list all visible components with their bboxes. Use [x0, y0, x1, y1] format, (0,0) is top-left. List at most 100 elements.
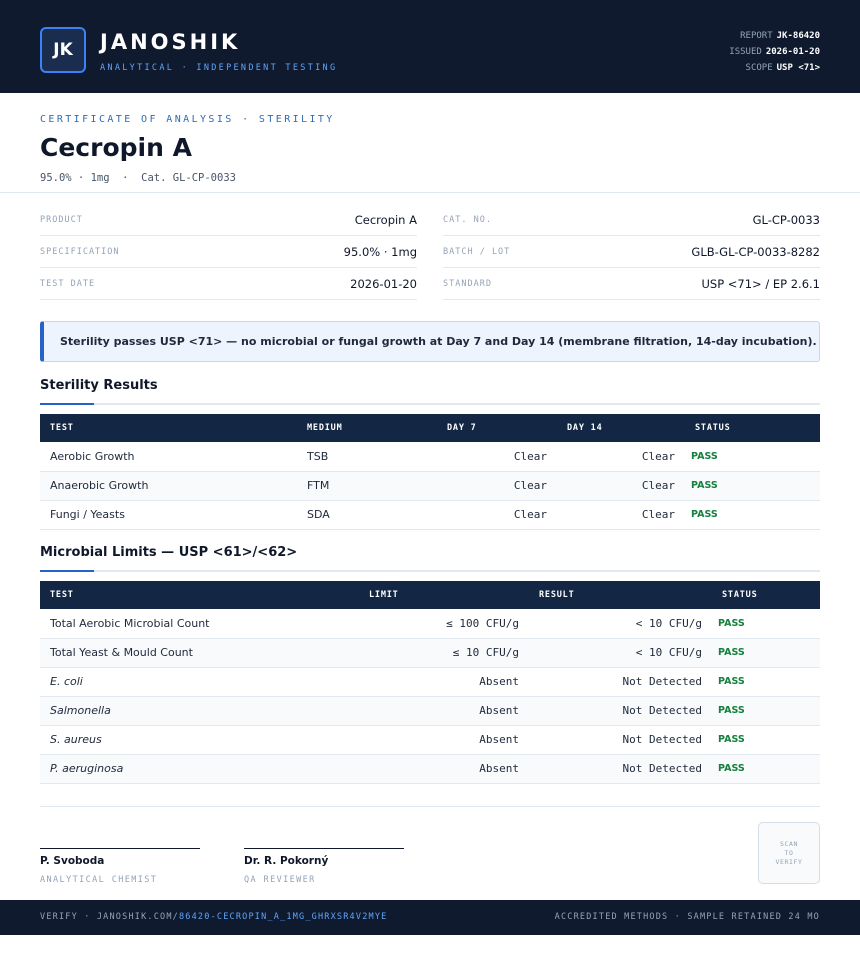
certificate-label: CERTIFICATE OF ANALYSIS · STERILITY	[40, 114, 335, 125]
issued-line: ISSUED 2026-01-20	[729, 47, 820, 57]
table-row: Fungi / Yeasts SDA Clear Clear PASS	[40, 500, 820, 530]
verify-line: VERIFY · JANOSHIK.COM/86420-CECROPIN_A_1…	[40, 912, 388, 922]
info-label: SPECIFICATION	[40, 246, 120, 257]
status-badge: PASS	[712, 754, 820, 784]
table-row: Total Yeast & Mould Count ≤ 10 CFU/g < 1…	[40, 638, 820, 668]
info-row-batch: BATCH / LOT GLB-GL-CP-0033-8282	[443, 236, 820, 268]
cell-day7: Clear	[437, 442, 557, 472]
cell-test: Total Yeast & Mould Count	[40, 638, 359, 668]
status-badge: PASS	[712, 638, 820, 668]
status-badge: PASS	[712, 667, 820, 697]
microbial-table: TEST LIMIT RESULT STATUS Total Aerobic M…	[40, 581, 820, 784]
verify-qr-code[interactable]: SCAN TO VERIFY	[758, 822, 820, 884]
cell-result: Not Detected	[529, 754, 712, 784]
table-row: Salmonella Absent Not Detected PASS	[40, 696, 820, 726]
cell-day7: Clear	[437, 500, 557, 530]
cell-day14: Clear	[557, 471, 685, 501]
cell-result: Not Detected	[529, 725, 712, 755]
col-header: STATUS	[722, 590, 758, 600]
status-badge: PASS	[712, 725, 820, 755]
info-value: 95.0% · 1mg	[343, 244, 417, 259]
issued-date: 2026-01-20	[765, 47, 820, 57]
logo: JK	[40, 27, 86, 73]
cell-day14: Clear	[557, 500, 685, 530]
cell-medium: SDA	[297, 500, 437, 530]
scope-line: SCOPE USP <71>	[745, 63, 820, 73]
info-value: 2026-01-20	[350, 276, 417, 291]
col-header: DAY 7	[447, 423, 477, 433]
report-id: JK-86420	[776, 31, 820, 41]
cell-test: S. aureus	[40, 725, 359, 755]
cell-test: Fungi / Yeasts	[40, 500, 297, 530]
table-row: Total Aerobic Microbial Count ≤ 100 CFU/…	[40, 609, 820, 639]
status-badge: PASS	[685, 471, 820, 501]
col-header: STATUS	[695, 423, 731, 433]
footer: VERIFY · JANOSHIK.COM/86420-CECROPIN_A_1…	[0, 900, 860, 935]
info-row-test-date: TEST DATE 2026-01-20	[40, 268, 417, 300]
status-badge: PASS	[685, 500, 820, 530]
section-rule	[40, 570, 820, 572]
divider	[0, 192, 860, 193]
cell-day14: Clear	[557, 442, 685, 472]
sterility-table: TEST MEDIUM DAY 7 DAY 14 STATUS Aerobic …	[40, 414, 820, 530]
col-header: LIMIT	[369, 590, 399, 600]
brand-tagline: ANALYTICAL · INDEPENDENT TESTING	[100, 63, 338, 73]
status-badge: PASS	[712, 609, 820, 639]
cell-result: Not Detected	[529, 696, 712, 726]
info-value: GL-CP-0033	[752, 212, 820, 227]
cell-limit: Absent	[359, 754, 529, 784]
report-meta: REPORT JK-86420 ISSUED 2026-01-20 SCOPE USP…	[729, 28, 820, 76]
info-value: USP <71> / EP 2.6.1	[701, 276, 820, 291]
cell-limit: ≤ 10 CFU/g	[359, 638, 529, 668]
header: JK JANOSHIK ANALYTICAL · INDEPENDENT TES…	[0, 0, 860, 93]
table-header-row: TEST MEDIUM DAY 7 DAY 14 STATUS	[40, 414, 820, 442]
signatory-name: Dr. R. Pokorný	[244, 855, 329, 867]
signatory-name: P. Svoboda	[40, 855, 105, 867]
section-rule	[40, 403, 820, 405]
page-title: Cecropin A	[40, 133, 192, 162]
table-row: Aerobic Growth TSB Clear Clear PASS	[40, 442, 820, 472]
info-value: GLB-GL-CP-0033-8282	[691, 244, 820, 259]
cell-medium: FTM	[297, 471, 437, 501]
table-row: P. aeruginosa Absent Not Detected PASS	[40, 754, 820, 784]
sterility-section-title: Sterility Results	[40, 378, 158, 393]
col-header: RESULT	[539, 590, 575, 600]
cell-test: P. aeruginosa	[40, 754, 359, 784]
cell-test: Salmonella	[40, 696, 359, 726]
table-row: E. coli Absent Not Detected PASS	[40, 667, 820, 697]
signature-block-analyst: P. Svoboda ANALYTICAL CHEMIST	[40, 848, 200, 885]
cell-limit: Absent	[359, 667, 529, 697]
info-value: Cecropin A	[354, 212, 417, 227]
status-badge: PASS	[712, 696, 820, 726]
info-row-standard: STANDARD USP <71> / EP 2.6.1	[443, 268, 820, 300]
info-label: TEST DATE	[40, 278, 96, 289]
col-header: TEST	[50, 590, 74, 600]
cell-test: Anaerobic Growth	[40, 471, 297, 501]
table-row: Anaerobic Growth FTM Clear Clear PASS	[40, 471, 820, 501]
brand-name: JANOSHIK	[100, 30, 241, 54]
cell-limit: Absent	[359, 696, 529, 726]
signatory-role: ANALYTICAL CHEMIST	[40, 875, 158, 885]
verify-link[interactable]: 86420-CECROPIN_A_1MG_GHRXSR4V2MYE	[179, 912, 387, 922]
result-notice: Sterility passes USP <71> — no microbial…	[40, 321, 820, 362]
divider	[40, 806, 820, 807]
info-grid-left: PRODUCT Cecropin A SPECIFICATION 95.0% ·…	[40, 204, 417, 300]
report-id-line: REPORT JK-86420	[740, 31, 820, 41]
scope-value: USP <71>	[776, 63, 820, 73]
col-header: DAY 14	[567, 423, 603, 433]
cell-medium: TSB	[297, 442, 437, 472]
cell-test: Aerobic Growth	[40, 442, 297, 472]
info-grid-right: CAT. NO. GL-CP-0033 BATCH / LOT GLB-GL-C…	[443, 204, 820, 300]
cell-limit: Absent	[359, 725, 529, 755]
table-header-row: TEST LIMIT RESULT STATUS	[40, 581, 820, 609]
footer-note: ACCREDITED METHODS · SAMPLE RETAINED 24 …	[554, 912, 820, 922]
signatory-role: QA REVIEWER	[244, 875, 316, 885]
info-row-cat-no: CAT. NO. GL-CP-0033	[443, 204, 820, 236]
page-subtitle: 95.0% · 1mg · Cat. GL-CP-0033	[40, 172, 236, 184]
cell-result: < 10 CFU/g	[529, 609, 712, 639]
cell-limit: ≤ 100 CFU/g	[359, 609, 529, 639]
info-label: PRODUCT	[40, 214, 83, 225]
cell-result: Not Detected	[529, 667, 712, 697]
cell-test: Total Aerobic Microbial Count	[40, 609, 359, 639]
info-label: CAT. NO.	[443, 214, 492, 225]
